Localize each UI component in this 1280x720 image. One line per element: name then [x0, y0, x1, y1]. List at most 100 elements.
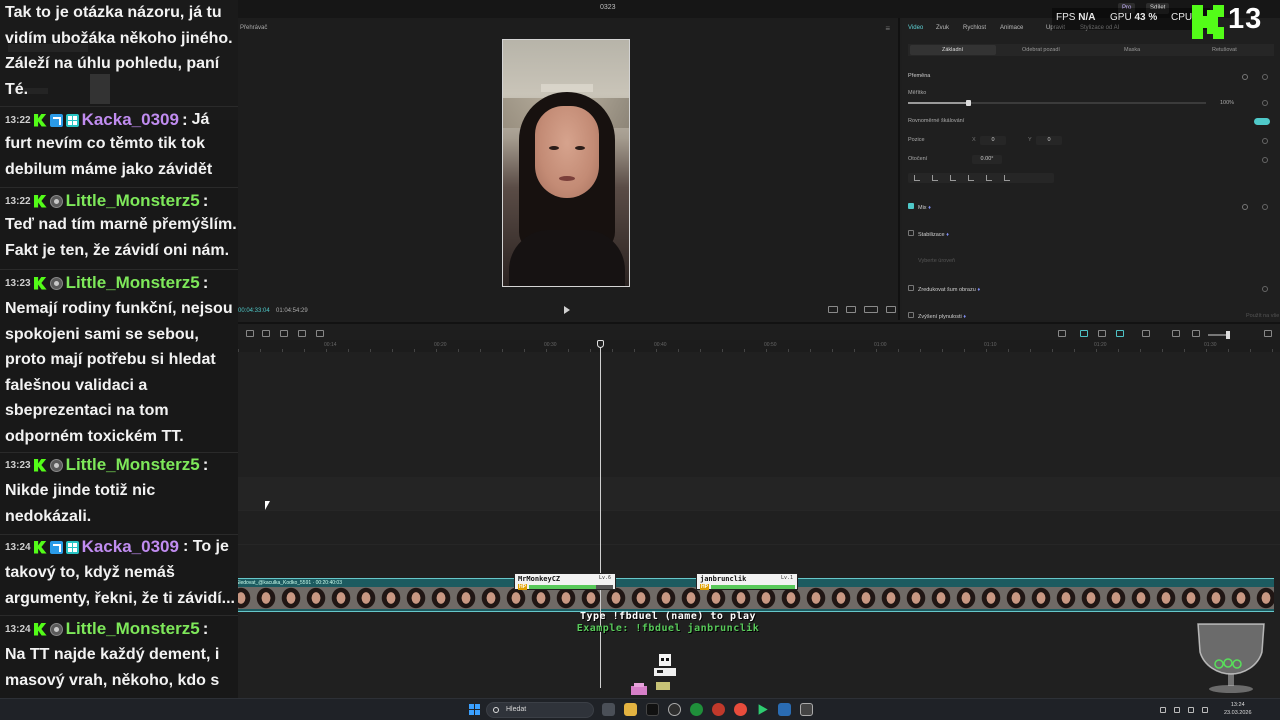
chat-message-text: Já	[191, 111, 210, 128]
timeline-tracks[interactable]	[238, 352, 1280, 698]
fullscreen-icon[interactable]	[886, 306, 896, 313]
media-player-icon[interactable]	[758, 704, 768, 715]
ai-tool-icon[interactable]	[316, 330, 324, 337]
taskbar-search[interactable]: Hledat	[486, 702, 594, 718]
noise-keyframe-icon[interactable]	[1262, 286, 1268, 292]
crop-icon[interactable]	[846, 306, 856, 313]
tab-video[interactable]: Video	[908, 25, 923, 31]
apply-all-button[interactable]: Použít na vše	[1246, 313, 1279, 319]
reset-icon[interactable]	[1242, 74, 1248, 80]
tray-chevron-icon[interactable]	[1160, 707, 1166, 713]
rotation-input[interactable]: 0.00°	[972, 155, 1002, 164]
timeline-toolbar	[238, 322, 1280, 340]
magnet-icon[interactable]	[1142, 330, 1150, 337]
cpu-label: CPU	[1171, 12, 1193, 23]
subtab-basic[interactable]: Základní	[942, 47, 963, 53]
uniform-scale-toggle[interactable]	[1254, 118, 1270, 125]
stabilize-level-select[interactable]: Vyberte úroveň	[918, 258, 955, 264]
delete-icon[interactable]	[280, 330, 288, 337]
smooth-heading[interactable]: Zvýšení plynulosti ♦	[908, 312, 966, 320]
align-right-icon[interactable]	[950, 175, 956, 181]
premium-icon: ♦	[963, 314, 967, 320]
tiktok-icon[interactable]	[646, 703, 659, 716]
crop-tool-icon[interactable]	[298, 330, 306, 337]
tab-animation[interactable]: Animace	[1000, 25, 1023, 31]
project-title: 0323	[600, 4, 616, 11]
volume-icon[interactable]	[1188, 707, 1194, 713]
timeline-ruler[interactable]: 00:14 00:20 00:30 00:40 00:50 01:00 01:1…	[238, 340, 1280, 352]
link-icon[interactable]	[1080, 330, 1088, 337]
chat-username[interactable]: Kacka_0309	[82, 110, 179, 130]
player-menu-icon[interactable]: ≡	[885, 24, 890, 33]
zoom-slider-knob[interactable]	[1226, 331, 1230, 339]
align-middle-icon[interactable]	[986, 175, 992, 181]
duel-instruction: Type !fbduel (name) to play	[579, 611, 757, 622]
video-preview[interactable]	[502, 39, 630, 287]
mic-icon[interactable]	[1058, 330, 1066, 337]
app-icon[interactable]	[712, 703, 725, 716]
settings-gear-icon[interactable]	[668, 703, 681, 716]
scale-value[interactable]: 100%	[1220, 100, 1234, 106]
stabilize-checkbox[interactable]	[908, 230, 914, 236]
pos-y-input[interactable]: 0	[1036, 136, 1062, 145]
captions-icon[interactable]	[1172, 330, 1180, 337]
task-view-icon[interactable]	[602, 703, 615, 716]
subtab-retouch[interactable]: Retušovat	[1212, 47, 1237, 53]
taskbar-clock[interactable]: 13:24 23.03.2026	[1224, 701, 1252, 717]
split-icon[interactable]	[246, 330, 254, 337]
align-bottom-icon[interactable]	[1004, 175, 1010, 181]
tab-audio[interactable]: Zvuk	[936, 25, 949, 31]
chat-username[interactable]: Little_Monsterz5	[66, 455, 200, 475]
align-left-icon[interactable]	[914, 175, 920, 181]
capcut-icon[interactable]	[800, 703, 813, 716]
position-label: Pozice	[908, 137, 925, 143]
position-keyframe-icon[interactable]	[1262, 138, 1268, 144]
play-icon[interactable]	[564, 306, 570, 314]
mix-keyframe-icon[interactable]	[1262, 204, 1268, 210]
chat-message-text: : To je	[182, 538, 229, 555]
chat-username[interactable]: Little_Monsterz5	[66, 273, 200, 293]
zoom-out-icon[interactable]	[1192, 330, 1200, 337]
premium-icon: ♦	[946, 232, 949, 238]
subtab-mask[interactable]: Maska	[1124, 47, 1140, 53]
chrome-icon[interactable]	[734, 703, 747, 716]
xbox-icon[interactable]	[690, 703, 703, 716]
snap-icon[interactable]	[1116, 330, 1124, 337]
playhead[interactable]	[600, 340, 601, 688]
preview-axis-icon[interactable]	[1098, 330, 1106, 337]
smooth-label: Zvýšení plynulosti	[918, 314, 962, 320]
mix-heading[interactable]: Mix ♦	[908, 203, 931, 211]
network-icon[interactable]	[1174, 707, 1180, 713]
playhead-handle[interactable]	[597, 340, 604, 348]
scale-slider[interactable]	[908, 100, 1206, 106]
align-center-icon[interactable]	[932, 175, 938, 181]
stabilize-heading[interactable]: Stabilizace ♦	[908, 230, 949, 238]
mouse-cursor	[265, 501, 270, 510]
tab-speed[interactable]: Rychlost	[963, 25, 986, 31]
noise-checkbox[interactable]	[908, 285, 914, 291]
pos-x-input[interactable]: 0	[980, 136, 1006, 145]
chat-username[interactable]: Little_Monsterz5	[66, 191, 200, 211]
scale-slider-knob[interactable]	[965, 100, 971, 106]
chat-username[interactable]: Kacka_0309	[82, 537, 179, 557]
steam-icon[interactable]	[778, 703, 791, 716]
ratio-icon[interactable]	[828, 306, 838, 313]
keyframe-icon[interactable]	[1262, 74, 1268, 80]
transform-heading[interactable]: Přeměna	[908, 73, 930, 79]
split-left-icon[interactable]	[262, 330, 270, 337]
subtab-remove-bg[interactable]: Odebrat pozadí	[1022, 47, 1060, 53]
zoom-fit-icon[interactable]	[1264, 330, 1272, 337]
scale-keyframe-icon[interactable]	[1262, 100, 1268, 106]
windows-start-icon[interactable]	[469, 704, 480, 715]
smooth-checkbox[interactable]	[908, 312, 914, 318]
rotation-keyframe-icon[interactable]	[1262, 157, 1268, 163]
battery-icon[interactable]	[1202, 707, 1208, 713]
file-explorer-icon[interactable]	[624, 703, 637, 716]
mix-checkbox[interactable]	[908, 203, 914, 209]
chat-username[interactable]: Little_Monsterz5	[66, 619, 200, 639]
noise-heading[interactable]: Zredukovat šum obrazu ♦	[908, 285, 980, 293]
pos-x-label: X	[972, 137, 976, 143]
mix-reset-icon[interactable]	[1242, 204, 1248, 210]
align-top-icon[interactable]	[968, 175, 974, 181]
quality-icon[interactable]	[864, 306, 878, 313]
